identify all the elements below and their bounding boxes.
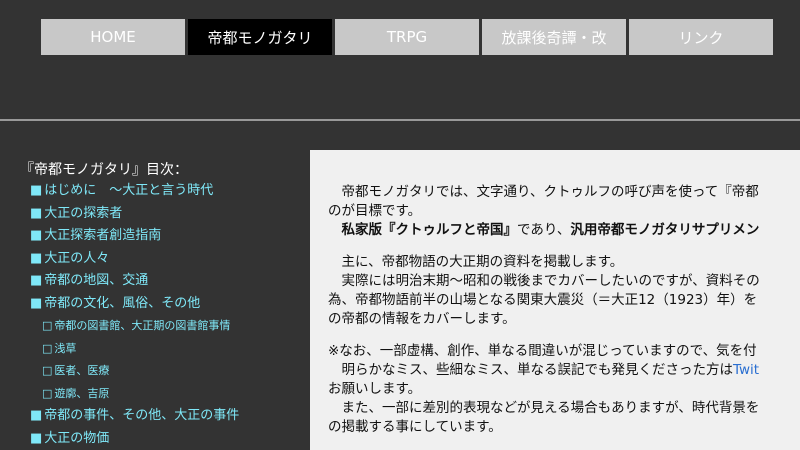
text-fragment: であり、 <box>517 222 571 238</box>
square-bullet-icon: ■ <box>30 430 43 446</box>
toc-item-libraries[interactable]: □ 帝都の図書館、大正期の図書館事情 <box>20 315 310 338</box>
tab-trpg[interactable]: TRPG <box>335 19 479 55</box>
toc-item-yoshiwara[interactable]: □ 遊廓、吉原 <box>20 383 310 406</box>
bold-title: 私家版『クトゥルフと帝国』 <box>341 222 518 238</box>
text-line: 帝都モノガタリでは、文字通り、クトゥルフの呼び声を使って『帝都 <box>328 184 759 200</box>
toc-item-label: 帝都の地図、交通 <box>44 273 149 288</box>
toc-item-introduction[interactable]: ■ はじめに ～大正と言う時代 <box>20 180 310 203</box>
text-fragment: 明らかなミス、些細なミス、単なる誤記でも発見くださった方は <box>328 362 733 378</box>
toc-item-medicine[interactable]: □ 医者、医療 <box>20 360 310 383</box>
top-navigation: HOME 帝都モノガタリ TRPG 放課後奇譚・改 リンク <box>41 19 776 55</box>
tab-links[interactable]: リンク <box>629 19 773 55</box>
twitter-link[interactable]: Twit <box>733 362 759 378</box>
toc-item-label: 帝都の事件、その他、大正の事件 <box>44 408 240 423</box>
square-bullet-icon: ■ <box>30 183 43 198</box>
text-line: 主に、帝都物語の大正期の資料を掲載します。 <box>328 254 624 270</box>
text-line: 明らかなミス、些細なミス、単なる誤記でも発見くださった方はTwit <box>328 361 798 380</box>
toc-item-label: 帝都の文化、風俗、その他 <box>44 295 201 311</box>
text-line: ※なお、一部虚構、創作、単なる間違いが混じっていますので、気を付 <box>328 343 757 359</box>
article-body: 帝都モノガタリでは、文字通り、クトゥルフの呼び声を使って『帝都 のが目標です。 … <box>328 183 798 437</box>
toc-item-map-transport[interactable]: ■ 帝都の地図、交通 <box>20 270 310 293</box>
toc-item-label: 帝都の図書館、大正期の図書館事情 <box>54 319 231 332</box>
toc-item-prices[interactable]: ■ 大正の物価 <box>20 428 310 450</box>
square-bullet-icon: ■ <box>30 205 43 221</box>
header-divider <box>0 119 800 121</box>
hollow-square-bullet-icon: □ <box>42 364 53 377</box>
square-bullet-icon: ■ <box>30 408 43 423</box>
toc-item-asakusa[interactable]: □ 浅草 <box>20 338 310 361</box>
toc-item-people[interactable]: ■ 大正の人々 <box>20 248 310 271</box>
text-line: の掲載する事にしています。 <box>328 419 502 435</box>
toc-item-incidents[interactable]: ■ 帝都の事件、その他、大正の事件 <box>20 405 310 428</box>
tab-teito-monogatari[interactable]: 帝都モノガタリ <box>188 19 332 55</box>
toc-item-label: 医者、医療 <box>54 364 110 377</box>
tab-houkago-kitan[interactable]: 放課後奇譚・改 <box>482 19 626 55</box>
square-bullet-icon: ■ <box>30 228 43 243</box>
text-line: の帝都の情報をカバーします。 <box>328 311 516 327</box>
bold-title: 汎用帝都モノガタリサプリメン <box>570 222 760 238</box>
square-bullet-icon: ■ <box>30 295 43 311</box>
toc-title: 『帝都モノガタリ』目次： <box>20 162 188 178</box>
toc-item-label: 大正の探索者 <box>44 205 123 221</box>
toc-item-investigator-creation[interactable]: ■ 大正探索者創造指南 <box>20 225 310 248</box>
table-of-contents: 『帝都モノガタリ』目次： ■ はじめに ～大正と言う時代 ■ 大正の探索者 ■ 大正探… <box>20 160 310 450</box>
hollow-square-bullet-icon: □ <box>42 319 53 332</box>
text-line: 為、帝都物語前半の山場となる関東大震災（＝大正12（1923）年）を <box>328 292 758 308</box>
tab-home[interactable]: HOME <box>41 19 185 55</box>
toc-list: ■ はじめに ～大正と言う時代 ■ 大正の探索者 ■ 大正探索者創造指南 ■ 大正の人々… <box>20 180 310 450</box>
toc-item-label: 遊廓、吉原 <box>54 386 110 400</box>
hollow-square-bullet-icon: □ <box>42 341 53 355</box>
toc-item-label: 大正の人々 <box>44 250 110 266</box>
text-line: のが目標です。 <box>328 203 422 219</box>
toc-item-label: はじめに ～大正と言う時代 <box>44 183 214 198</box>
text-line: お願いします。 <box>328 381 422 397</box>
toc-item-investigators[interactable]: ■ 大正の探索者 <box>20 203 310 226</box>
toc-item-label: 浅草 <box>54 341 77 355</box>
text-line: また、一部に差別的表現などが見える場合もありますが、時代背景を <box>328 400 760 416</box>
toc-item-culture[interactable]: ■ 帝都の文化、風俗、その他 <box>20 293 310 316</box>
hollow-square-bullet-icon: □ <box>42 386 53 400</box>
text-line: 実際には明治末期～昭和の戦後までカバーしたいのですが、資料その <box>328 273 760 289</box>
text-line: 私家版『クトゥルフと帝国』であり、汎用帝都モノガタリサプリメン <box>328 221 798 240</box>
square-bullet-icon: ■ <box>30 273 43 288</box>
square-bullet-icon: ■ <box>30 250 43 266</box>
toc-item-label: 大正探索者創造指南 <box>44 228 162 243</box>
toc-item-label: 大正の物価 <box>44 430 110 446</box>
main-content: 帝都モノガタリでは、文字通り、クトゥルフの呼び声を使って『帝都 のが目標です。 … <box>310 150 800 450</box>
